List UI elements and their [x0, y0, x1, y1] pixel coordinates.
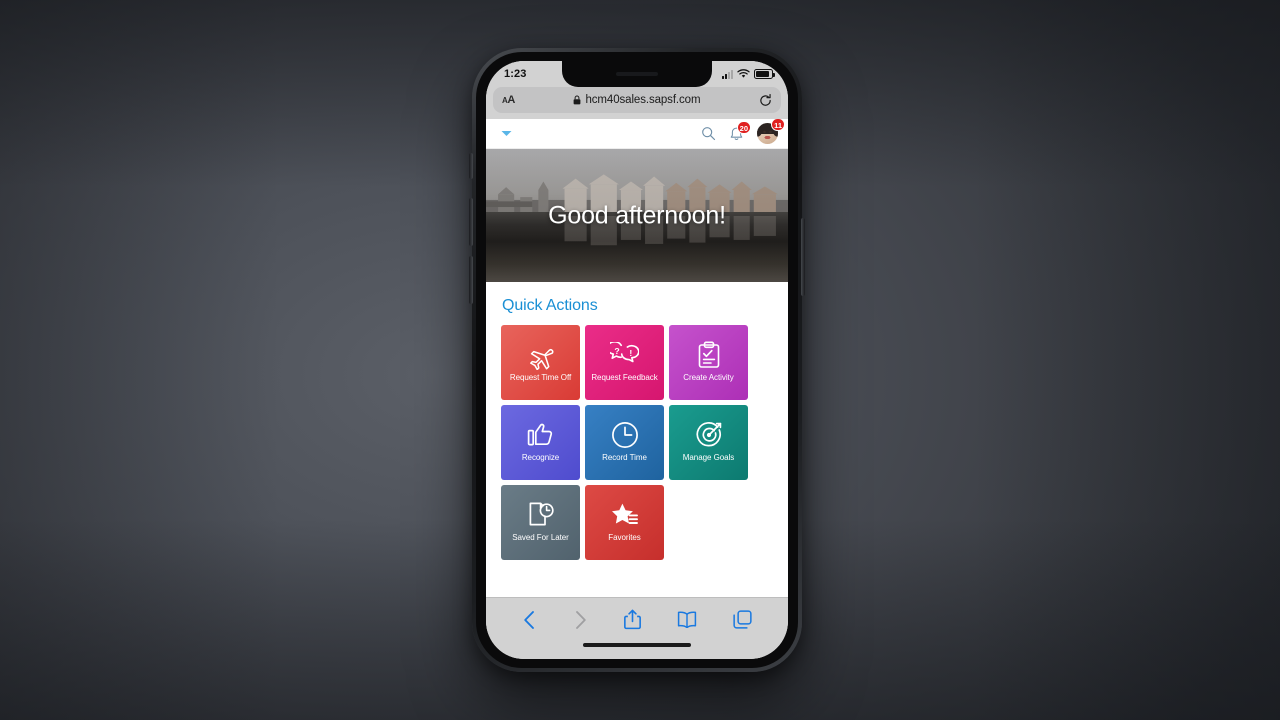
browser-url-bar-container: AA hcm40sales.sapsf.com — [486, 87, 788, 119]
tile-label: Favorites — [608, 533, 641, 543]
quick-action-tile-create-activity[interactable]: Create Activity — [669, 325, 748, 400]
tile-label: Saved For Later — [512, 533, 569, 543]
profile-button[interactable]: 11 — [757, 118, 785, 144]
notifications-button[interactable]: 20 — [729, 120, 751, 142]
mute-switch[interactable] — [469, 153, 473, 179]
tile-label: Request Time Off — [509, 373, 572, 383]
quick-action-tile-favorites[interactable]: Favorites — [585, 485, 664, 560]
speech-bubbles-icon: ? ! — [610, 340, 639, 370]
avatar-face — [762, 130, 773, 141]
quick-action-tile-manage-goals[interactable]: Manage Goals — [669, 405, 748, 480]
airplane-icon — [526, 340, 555, 370]
chevron-down-icon[interactable] — [500, 129, 513, 138]
volume-down-button[interactable] — [469, 256, 473, 304]
tile-label: Request Feedback — [591, 373, 658, 383]
hero-banner: Good afternoon! — [486, 149, 788, 282]
home-indicator[interactable] — [583, 643, 691, 647]
browser-bottom-toolbar — [486, 597, 788, 641]
tile-label: Create Activity — [683, 373, 734, 383]
tabs-button[interactable] — [733, 610, 752, 629]
clock-icon — [611, 420, 639, 450]
header-actions: 20 11 — [701, 118, 785, 144]
quick-action-tile-request-feedback[interactable]: ? ! Request Feedback — [585, 325, 664, 400]
search-button[interactable] — [701, 126, 716, 141]
svg-text:!: ! — [629, 348, 632, 358]
share-button[interactable] — [624, 609, 641, 630]
url-display[interactable]: hcm40sales.sapsf.com — [521, 94, 753, 106]
notifications-badge: 20 — [736, 120, 751, 134]
quick-action-tile-request-time-off[interactable]: Request Time Off — [501, 325, 580, 400]
page-content: Quick Actions Request Time Off ? ! Reque… — [486, 282, 788, 597]
cellular-signal-icon — [722, 69, 733, 79]
greeting-text: Good afternoon! — [548, 201, 726, 229]
tile-label: Manage Goals — [682, 453, 735, 463]
browser-url-bar[interactable]: AA hcm40sales.sapsf.com — [493, 87, 781, 113]
reload-icon[interactable] — [759, 93, 772, 107]
svg-text:?: ? — [614, 346, 619, 356]
target-icon — [695, 420, 723, 450]
phone-screen: 1:23 AA hcm40sales.sapsf.com 20 11 Good … — [486, 61, 788, 659]
tile-label: Recognize — [521, 453, 560, 463]
wifi-icon — [737, 69, 750, 78]
clipboard-check-icon — [697, 340, 721, 370]
url-text: hcm40sales.sapsf.com — [585, 94, 701, 106]
earpiece-speaker — [616, 72, 658, 76]
status-bar-clock: 1:23 — [504, 68, 527, 80]
star-list-icon — [611, 500, 639, 530]
phone-bezel: 1:23 AA hcm40sales.sapsf.com 20 11 Good … — [476, 52, 798, 668]
phone-device-frame: 1:23 AA hcm40sales.sapsf.com 20 11 Good … — [469, 48, 805, 672]
home-indicator-area — [486, 641, 788, 659]
document-clock-icon — [527, 500, 555, 530]
quick-actions-title: Quick Actions — [502, 297, 598, 314]
thumbs-up-icon — [527, 420, 555, 450]
quick-action-tile-record-time[interactable]: Record Time — [585, 405, 664, 480]
profile-badge: 11 — [771, 118, 785, 131]
quick-action-tile-saved-for-later[interactable]: Saved For Later — [501, 485, 580, 560]
search-icon — [702, 127, 716, 141]
forward-button[interactable] — [573, 610, 588, 630]
lock-icon — [574, 95, 581, 105]
tile-label: Record Time — [602, 453, 647, 463]
text-size-button[interactable]: AA — [502, 94, 515, 106]
status-bar-indicators — [722, 69, 775, 79]
volume-up-button[interactable] — [469, 198, 473, 246]
battery-icon — [754, 69, 775, 79]
back-button[interactable] — [522, 610, 537, 630]
text-size-label-large: A — [507, 94, 515, 106]
bookmarks-button[interactable] — [677, 611, 697, 628]
app-header: 20 11 — [486, 118, 788, 149]
quick-action-tile-recognize[interactable]: Recognize — [501, 405, 580, 480]
notch — [562, 61, 712, 87]
quick-actions-grid: Request Time Off ? ! Request Feedback Cr… — [486, 325, 788, 560]
power-button[interactable] — [801, 218, 805, 296]
